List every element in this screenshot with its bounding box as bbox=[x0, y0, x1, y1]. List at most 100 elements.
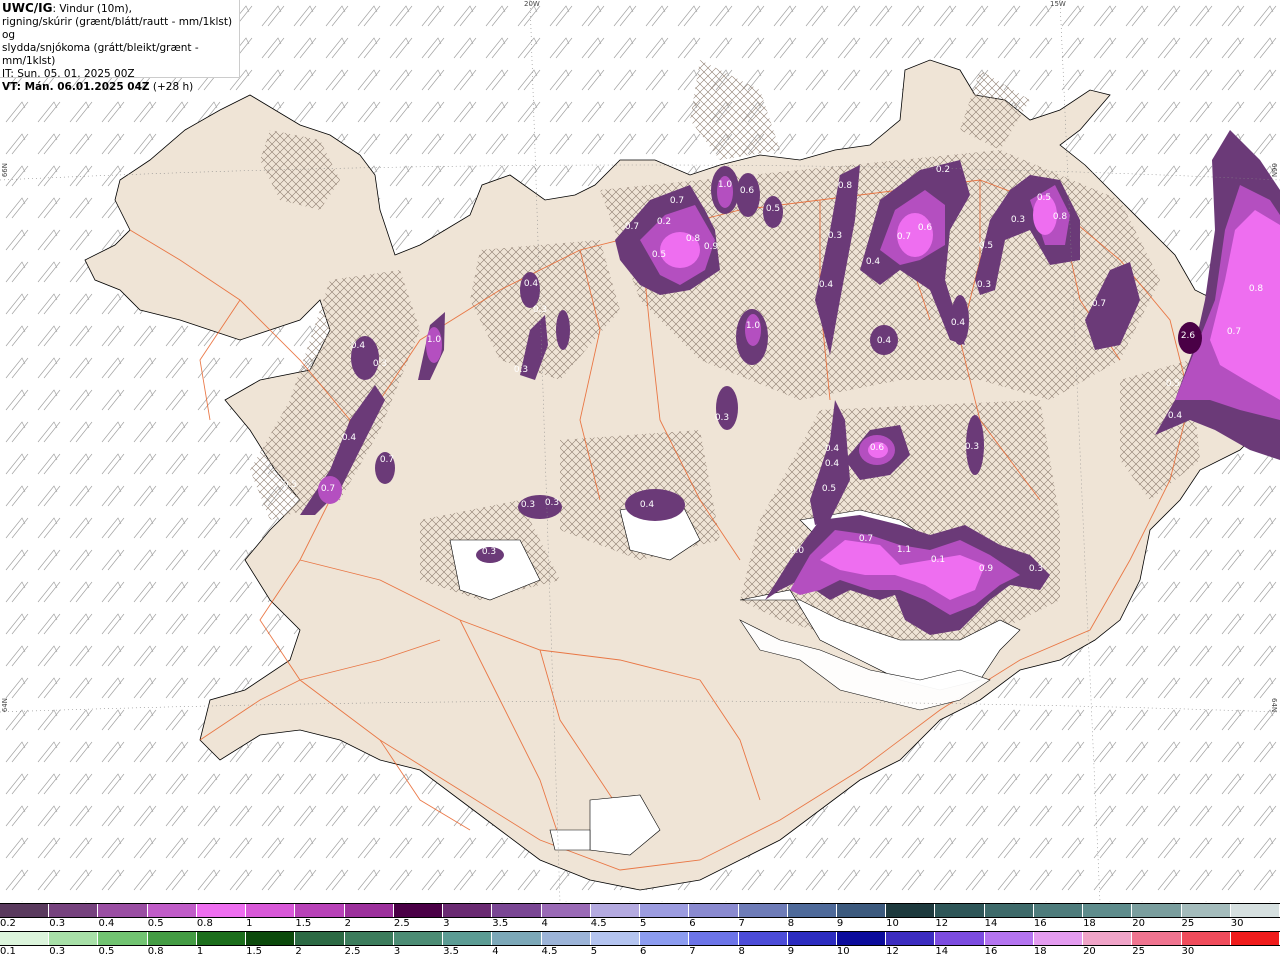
precip-label: 2.6 bbox=[1181, 331, 1196, 341]
colorbar-tick-label: 0.3 bbox=[49, 946, 66, 957]
colorbar-swatch bbox=[196, 904, 247, 917]
colorbar-swatch bbox=[640, 904, 690, 917]
colorbar-tick-label: 1 bbox=[246, 918, 253, 929]
title-line3: slydda/snjókoma (grátt/bleikt/grænt - mm… bbox=[2, 42, 199, 67]
precip-label: 0.3 bbox=[715, 413, 729, 423]
colorbar-tick-label: 14 bbox=[935, 946, 949, 957]
precip-label: 1.0 bbox=[718, 180, 733, 190]
colorbar-tick-label: 25 bbox=[1181, 918, 1195, 929]
colorbar-swatch bbox=[246, 904, 296, 917]
precip-label: 0.3 bbox=[514, 365, 528, 375]
precip-label: 0.9 bbox=[704, 242, 719, 252]
precip-label: 0.7 bbox=[897, 232, 911, 242]
precip-label: 0.8 bbox=[838, 181, 853, 191]
colorbar-tick-label: 14 bbox=[984, 918, 998, 929]
precip-label: 1.0 bbox=[427, 335, 442, 345]
colorbar-swatch bbox=[1230, 932, 1280, 945]
colorbar-tick-label: 2 bbox=[295, 946, 302, 957]
precip-label: 0.4 bbox=[1168, 411, 1183, 421]
colorbar-swatch bbox=[147, 932, 197, 945]
precip-label: 0.3 bbox=[977, 280, 991, 290]
colorbar-tick-label: 2.5 bbox=[393, 918, 410, 929]
colorbar-swatch bbox=[492, 904, 542, 917]
colorbar-swatch bbox=[787, 904, 837, 917]
precip-label: 0.7 bbox=[380, 455, 394, 465]
colorbar-swatch bbox=[1033, 932, 1084, 945]
precip-label: 0.7 bbox=[321, 484, 335, 494]
colorbar-swatch bbox=[295, 932, 345, 945]
lat-label-66n-left: 66N bbox=[1, 163, 9, 178]
colorbar-tick-label: 16 bbox=[1033, 918, 1047, 929]
precip-label: 0.6 bbox=[870, 443, 885, 453]
precip-label: 0.3 bbox=[545, 498, 559, 508]
rain-colorbar-swatches bbox=[0, 931, 1280, 946]
precip-label: 0.9 bbox=[979, 564, 994, 574]
colorbar-swatch bbox=[590, 904, 641, 917]
colorbar-tick-label: 8 bbox=[787, 918, 795, 929]
lat-label-64n-left: 64N bbox=[1, 698, 9, 713]
precip-label: 0.4 bbox=[866, 257, 881, 267]
precip-label: 0.4 bbox=[342, 433, 357, 443]
precip-label: 0.5 bbox=[283, 480, 297, 490]
colorbar-tick-label: 20 bbox=[1083, 946, 1096, 957]
colorbar-swatch bbox=[1083, 904, 1133, 917]
colorbar-tick-label: 9 bbox=[787, 946, 795, 957]
colorbar-swatch bbox=[1083, 932, 1133, 945]
title-line1: : Vindur (10m), bbox=[52, 3, 132, 15]
colorbar-tick-label: 9 bbox=[836, 918, 844, 929]
colorbar-swatch bbox=[295, 904, 345, 917]
precip-label: 0.5 bbox=[1037, 193, 1051, 203]
precip-label: 0.8 bbox=[686, 234, 701, 244]
rain-colorbar-ticks: 0.1 0.3 0.5 0.8 1 1.5 2 2.5 3 3.5 4 4.5 5 6 7 8 9 10 12 14 1… bbox=[0, 946, 1280, 960]
colorbar-tick-label: 4.5 bbox=[590, 918, 607, 929]
precip-label: 0.4 bbox=[825, 459, 840, 469]
colorbar-swatch bbox=[886, 932, 936, 945]
precip-label: 0.3 bbox=[1011, 215, 1025, 225]
snow-colorbar: 0.2 0.3 0.4 0.5 0.8 1 1.5 2 2.5 3 3.5 4 4.5 5 6 7 8 9 10 12… bbox=[0, 903, 1280, 932]
colorbar-tick-label: 1.5 bbox=[295, 918, 312, 929]
precip-label: 0.7 bbox=[670, 196, 684, 206]
precip-label: 0.6 bbox=[740, 186, 755, 196]
precip-label: 1.1 bbox=[897, 545, 911, 555]
colorbar-tick-label: 10 bbox=[836, 946, 850, 957]
colorbar-swatch bbox=[0, 932, 50, 945]
colorbar-tick-label: 4 bbox=[541, 918, 548, 929]
colorbar-swatch bbox=[98, 932, 148, 945]
colorbar-swatch bbox=[443, 932, 493, 945]
colorbar-swatch bbox=[344, 932, 394, 945]
colorbar-swatch bbox=[935, 932, 985, 945]
lon-label-15w: 15W bbox=[1050, 0, 1066, 8]
precip-label: 0.7 bbox=[1227, 327, 1241, 337]
precip-label: 0.5 bbox=[979, 241, 993, 251]
colorbar-tick-label: 0.1 bbox=[0, 946, 16, 957]
colorbar-tick-label: 25 bbox=[1132, 946, 1146, 957]
colorbar-swatch bbox=[49, 932, 99, 945]
precip-label: 0.3 bbox=[533, 305, 547, 315]
colorbar-swatch bbox=[935, 904, 985, 917]
precip-label: 0.1 bbox=[931, 555, 945, 565]
colorbar-tick-label: 7 bbox=[689, 946, 696, 957]
colorbar-swatch bbox=[344, 904, 394, 917]
model-name: UWC/IG bbox=[2, 1, 53, 15]
colorbar-tick-label: 12 bbox=[935, 918, 949, 929]
colorbar-tick-label: 18 bbox=[1083, 918, 1096, 929]
colorbar-tick-label: 3.5 bbox=[492, 918, 509, 929]
colorbar-tick-label: 1 bbox=[196, 946, 204, 957]
precip-label: 0.5 bbox=[1166, 379, 1180, 389]
title-line2: rigning/skúrir (grænt/blátt/rautt - mm/1… bbox=[2, 16, 233, 41]
colorbar-tick-label: 5 bbox=[590, 946, 598, 957]
snow-colorbar-ticks: 0.2 0.3 0.4 0.5 0.8 1 1.5 2 2.5 3 3.5 4 4.5 5 6 7 8 9 10 12… bbox=[0, 918, 1280, 932]
precip-label: 0.5 bbox=[766, 204, 780, 214]
colorbar-tick-label: 0.8 bbox=[147, 946, 164, 957]
colorbar-swatch bbox=[196, 932, 247, 945]
colorbar-swatch bbox=[393, 932, 444, 945]
colorbar-tick-label: 30 bbox=[1230, 918, 1244, 929]
weather-map: 0.4 0.3 0.4 0.7 0.5 0.7 1.0 0.4 0.3 0.3 0.3 0.3 0.3 0… bbox=[0, 0, 1280, 902]
colorbar-tick-label: 8 bbox=[738, 946, 745, 957]
colorbar-tick-label: 2 bbox=[344, 918, 351, 929]
colorbar-tick-label: 0.5 bbox=[98, 946, 115, 957]
colorbar-tick-label: 4 bbox=[492, 946, 499, 957]
precip-label: 0.7 bbox=[625, 222, 639, 232]
colorbar-swatch bbox=[541, 904, 591, 917]
precip-label: 0.3 bbox=[521, 500, 535, 510]
